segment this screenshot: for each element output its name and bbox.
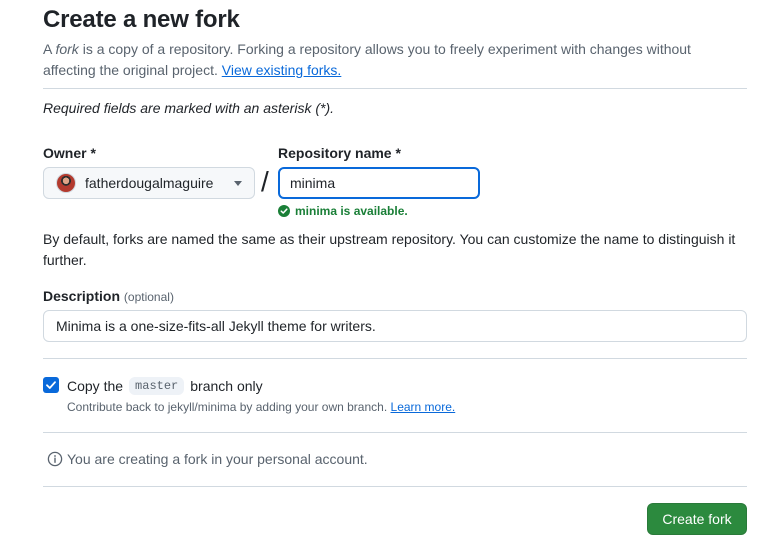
- page-title: Create a new fork: [43, 6, 240, 33]
- description-input[interactable]: [43, 310, 747, 342]
- repository-name-input[interactable]: [278, 167, 480, 199]
- availability-status: minima is available.: [278, 204, 408, 218]
- learn-more-link[interactable]: Learn more.: [391, 400, 456, 414]
- description-label: Description (optional): [43, 288, 174, 304]
- intro-text: A fork is a copy of a repository. Forkin…: [43, 41, 691, 78]
- chevron-down-icon: [234, 180, 242, 186]
- fork-emphasis: fork: [55, 41, 79, 57]
- repository-name-label: Repository name *: [278, 145, 401, 161]
- required-fields-note: Required fields are marked with an aster…: [43, 100, 335, 116]
- copy-branch-label[interactable]: Copy the master branch only: [67, 377, 263, 395]
- owner-label: Owner *: [43, 145, 96, 161]
- checkmark-icon: [46, 381, 56, 389]
- check-circle-icon: [278, 205, 290, 217]
- create-fork-button[interactable]: Create fork: [647, 503, 747, 535]
- owner-repo-separator: /: [261, 166, 269, 197]
- divider: [43, 432, 747, 433]
- availability-text: minima is available.: [295, 204, 408, 218]
- divider: [43, 88, 747, 89]
- personal-account-info: You are creating a fork in your personal…: [47, 451, 368, 467]
- divider: [43, 358, 747, 359]
- owner-name: fatherdougalmaguire: [85, 175, 214, 191]
- fork-name-help-text: By default, forks are named the same as …: [43, 231, 736, 268]
- info-text: You are creating a fork in your personal…: [67, 451, 368, 467]
- avatar: [56, 173, 76, 193]
- divider: [43, 486, 747, 487]
- branch-name-chip: master: [129, 377, 185, 395]
- owner-select[interactable]: fatherdougalmaguire: [43, 167, 255, 199]
- view-existing-forks-link[interactable]: View existing forks.: [222, 62, 342, 78]
- copy-branch-checkbox[interactable]: [43, 377, 59, 393]
- copy-branch-note: Contribute back to jekyll/minima by addi…: [67, 400, 456, 414]
- optional-indicator: (optional): [123, 290, 174, 304]
- info-icon: [47, 451, 63, 467]
